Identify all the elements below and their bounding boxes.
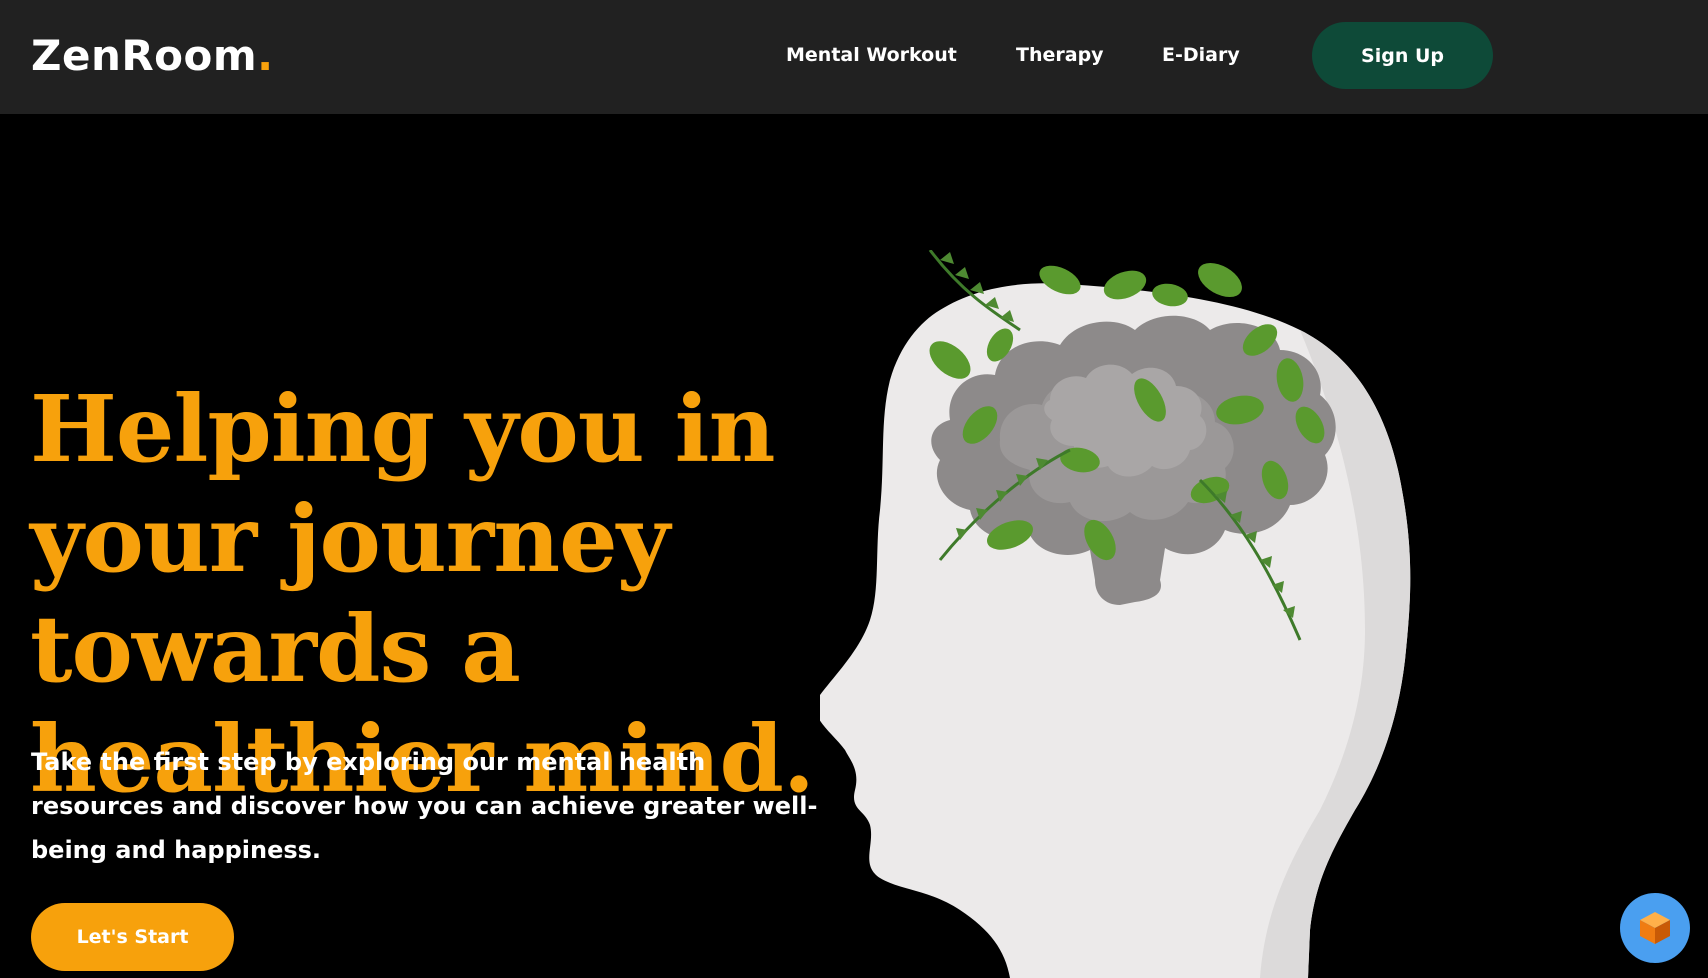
hero-subtext: Take the first step by exploring our men… bbox=[31, 748, 818, 864]
sign-up-button[interactable]: Sign Up bbox=[1312, 22, 1493, 89]
floating-widget-button[interactable] bbox=[1620, 893, 1690, 963]
nav-link-mental-workout[interactable]: Mental Workout bbox=[786, 42, 957, 68]
lets-start-button[interactable]: Let's Start bbox=[31, 903, 234, 971]
box-icon bbox=[1640, 912, 1670, 944]
nav-link-e-diary[interactable]: E-Diary bbox=[1162, 42, 1240, 68]
nav-link-therapy[interactable]: Therapy bbox=[1016, 42, 1104, 68]
page: ZenRoom. Mental Workout Therapy E-Diary … bbox=[0, 0, 1708, 978]
brand-logo[interactable]: ZenRoom. bbox=[31, 28, 274, 84]
top-navbar: ZenRoom. Mental Workout Therapy E-Diary … bbox=[0, 0, 1708, 114]
brand-name: ZenRoom bbox=[31, 31, 258, 80]
brand-dot: . bbox=[257, 31, 274, 80]
